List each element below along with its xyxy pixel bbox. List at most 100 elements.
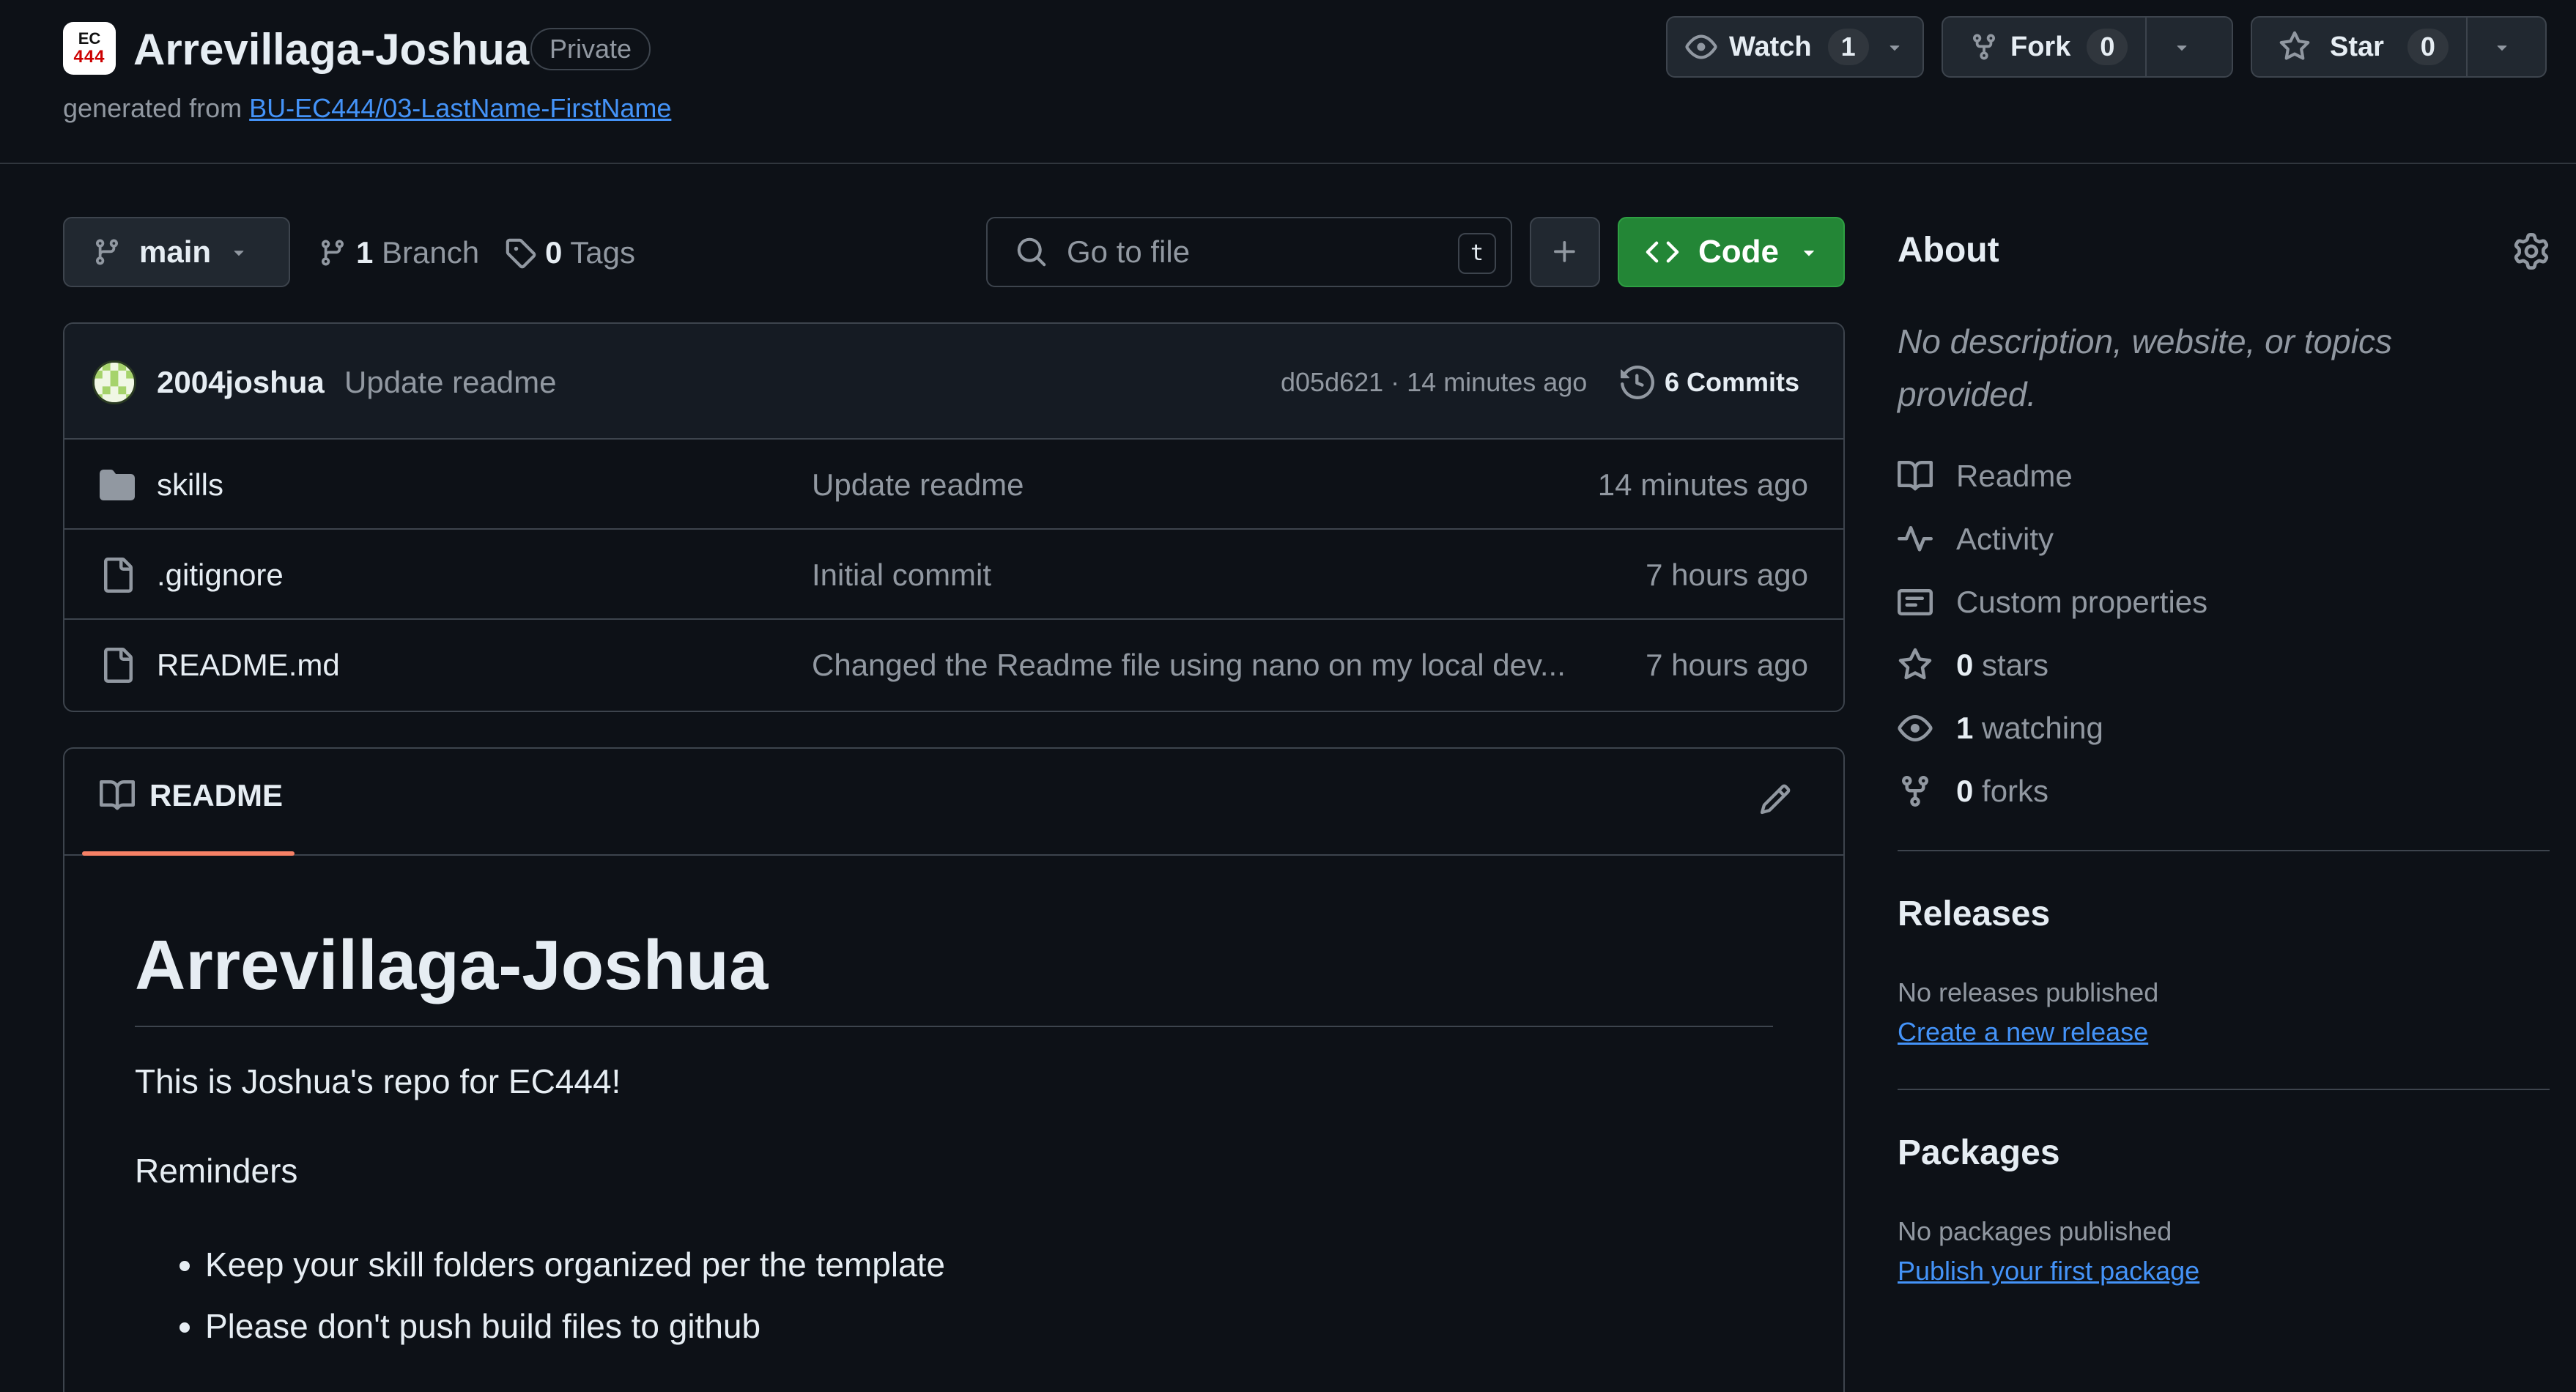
- repo-title[interactable]: Arrevillaga-Joshua: [133, 22, 529, 78]
- fork-icon: [1969, 32, 1999, 62]
- stars-label: stars: [1982, 648, 2049, 682]
- activity-link[interactable]: Activity: [1898, 517, 2054, 561]
- releases-title[interactable]: Releases: [1898, 894, 2050, 934]
- watch-count: 1: [1827, 29, 1869, 65]
- history-icon: [1621, 366, 1654, 399]
- readme-heading: Arrevillaga-Joshua: [135, 922, 1773, 1027]
- book-icon: [1898, 459, 1933, 494]
- file-age: 7 hours ago: [1646, 648, 1808, 682]
- branches-link[interactable]: 1 Branch: [318, 220, 479, 286]
- generated-from: generated from BU-EC444/03-LastName-Firs…: [63, 91, 671, 126]
- commits-count-label: 6 Commits: [1665, 367, 1800, 397]
- file-table: 2004joshua Update readme d05d621 · 14 mi…: [63, 322, 1845, 712]
- readme-tab[interactable]: README: [100, 778, 283, 813]
- add-file-button[interactable]: [1530, 217, 1600, 287]
- sidebar-divider: [1898, 850, 2550, 851]
- star-icon: [2279, 31, 2311, 63]
- readme-panel: README Arrevillaga-Joshua This is Joshua…: [63, 747, 1845, 1392]
- branch-selector[interactable]: main: [63, 217, 290, 287]
- commits-link[interactable]: 6 Commits: [1621, 360, 1799, 404]
- owner-avatar-text-top: EC: [78, 29, 101, 48]
- readme-tab-underline: [82, 851, 295, 856]
- eye-icon: [1685, 31, 1717, 63]
- releases-subtitle: No releases published: [1898, 977, 2159, 1007]
- commit-author[interactable]: 2004joshua: [157, 360, 325, 404]
- code-icon: [1646, 235, 1679, 269]
- code-label: Code: [1698, 234, 1779, 270]
- tag-label: Tags: [570, 235, 635, 270]
- forks-link[interactable]: 0 forks: [1898, 769, 2048, 813]
- star-button-group: Star 0: [2251, 16, 2547, 78]
- file-icon: [100, 558, 135, 593]
- fork-button[interactable]: Fork 0: [1943, 18, 2128, 76]
- watch-button-group: Watch 1: [1666, 16, 1924, 78]
- watch-dropdown[interactable]: [1869, 18, 1920, 76]
- caret-down-icon: [2172, 37, 2192, 57]
- fork-dropdown[interactable]: [2147, 18, 2217, 76]
- about-settings-button[interactable]: [2513, 233, 2550, 270]
- file-row[interactable]: .gitignore Initial commit 7 hours ago: [64, 530, 1843, 620]
- readme-link-label: Readme: [1956, 459, 2073, 493]
- file-row[interactable]: README.md Changed the Readme file using …: [64, 620, 1843, 710]
- commit-message[interactable]: Update readme: [344, 360, 557, 404]
- code-button[interactable]: Code: [1618, 217, 1845, 287]
- note-icon: [1898, 585, 1933, 620]
- branch-name: main: [139, 234, 212, 269]
- tag-count: 0: [545, 235, 563, 270]
- file-commit-message[interactable]: Update readme: [812, 466, 1024, 504]
- create-release-link[interactable]: Create a new release: [1898, 1017, 2148, 1048]
- file-row[interactable]: skills Update readme 14 minutes ago: [64, 440, 1843, 530]
- go-to-file-input[interactable]: Go to file t: [986, 217, 1512, 287]
- file-name[interactable]: .gitignore: [157, 556, 284, 594]
- fork-label: Fork: [2010, 31, 2071, 62]
- tags-link[interactable]: 0 Tags: [504, 220, 635, 286]
- custom-properties-link[interactable]: Custom properties: [1898, 580, 2207, 624]
- plus-icon: [1550, 237, 1580, 267]
- stars-count: 0: [1956, 648, 1974, 682]
- activity-link-label: Activity: [1956, 522, 2054, 556]
- custom-properties-label: Custom properties: [1956, 585, 2208, 619]
- file-age: 7 hours ago: [1646, 558, 1808, 592]
- readme-list-item: Keep your skill folders organized per th…: [205, 1234, 1773, 1295]
- stars-link[interactable]: 0 stars: [1898, 643, 2048, 687]
- star-label: Star: [2330, 31, 2384, 62]
- watchers-link[interactable]: 1 watching: [1898, 706, 2103, 750]
- fork-count: 0: [2087, 29, 2128, 65]
- readme-list-item: Please don't push build files to github: [205, 1295, 1773, 1357]
- owner-avatar[interactable]: EC 444: [63, 22, 116, 75]
- commit-hash-and-time[interactable]: d05d621 · 14 minutes ago: [1281, 362, 1587, 403]
- packages-subtitle: No packages published: [1898, 1216, 2172, 1246]
- file-commit-message[interactable]: Changed the Readme file using nano on my…: [812, 646, 1566, 684]
- star-button[interactable]: Star 0: [2252, 18, 2449, 76]
- file-name[interactable]: README.md: [157, 646, 340, 684]
- star-dropdown[interactable]: [2468, 18, 2536, 76]
- forks-label: forks: [1982, 774, 2049, 808]
- pencil-icon: [1758, 782, 1792, 816]
- about-title: About: [1898, 231, 1999, 270]
- readme-list: Keep your skill folders organized per th…: [135, 1234, 1773, 1357]
- template-repo-link[interactable]: BU-EC444/03-LastName-FirstName: [249, 93, 671, 123]
- watch-label: Watch: [1729, 31, 1812, 62]
- git-branch-icon: [318, 238, 347, 267]
- commit-author-avatar[interactable]: [92, 360, 136, 404]
- publish-package-link[interactable]: Publish your first package: [1898, 1256, 2199, 1287]
- watching-label: watching: [1982, 711, 2103, 745]
- book-icon: [100, 778, 135, 813]
- file-age: 14 minutes ago: [1597, 467, 1808, 502]
- file-name[interactable]: skills: [157, 466, 223, 504]
- watch-button[interactable]: Watch 1: [1668, 18, 1869, 76]
- readme-paragraph: Reminders: [135, 1152, 298, 1190]
- readme-tab-label: README: [149, 778, 284, 812]
- packages-title[interactable]: Packages: [1898, 1133, 2060, 1173]
- go-to-file-placeholder: Go to file: [1067, 234, 1191, 269]
- forks-count: 0: [1956, 774, 1974, 808]
- readme-link[interactable]: Readme: [1898, 454, 2073, 498]
- edit-readme-button[interactable]: [1758, 782, 1792, 816]
- owner-avatar-text-bottom: 444: [73, 47, 106, 67]
- file-commit-message[interactable]: Initial commit: [812, 556, 991, 594]
- eye-icon: [1898, 711, 1933, 746]
- caret-down-icon: [229, 242, 249, 262]
- caret-down-icon: [1798, 241, 1820, 263]
- watching-count: 1: [1956, 711, 1974, 745]
- git-branch-icon: [92, 237, 122, 267]
